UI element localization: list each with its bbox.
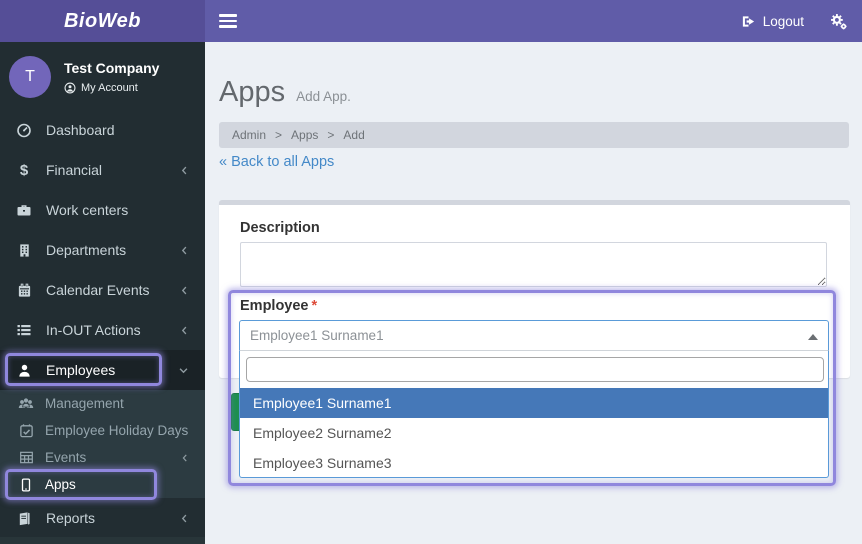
main-content: Apps Add App. Admin > Apps > Add « Back … xyxy=(205,42,862,544)
breadcrumb-admin[interactable]: Admin xyxy=(232,128,266,142)
dollar-icon: $ xyxy=(19,161,29,179)
chevron-left-icon xyxy=(179,512,190,525)
description-textarea[interactable] xyxy=(240,242,827,287)
user-icon xyxy=(15,363,33,378)
sidebar-item-in-out-actions[interactable]: In-OUT Actions xyxy=(0,310,205,350)
building-icon xyxy=(15,243,33,258)
breadcrumb-apps[interactable]: Apps xyxy=(291,128,318,142)
sidebar-item-dashboard[interactable]: Dashboard xyxy=(0,110,205,150)
my-account-link[interactable]: My Account xyxy=(64,82,159,94)
table-icon xyxy=(18,450,34,465)
company-name: Test Company xyxy=(64,60,160,76)
employee-label: Employee * xyxy=(240,298,317,314)
chevron-left-icon xyxy=(179,324,190,337)
employees-submenu-container: Management Employee Holiday Days Events … xyxy=(0,390,205,500)
employees-submenu: Management Employee Holiday Days Events … xyxy=(0,390,205,500)
sidebar-item-label: Reports xyxy=(46,510,96,526)
sign-out-icon xyxy=(741,14,756,29)
sidebar-next-item-partial xyxy=(0,537,205,544)
chevron-left-icon xyxy=(179,164,190,177)
dropdown-search-input[interactable] xyxy=(246,357,824,382)
sidebar-item-label: Employee Holiday Days xyxy=(45,423,189,438)
employee-label-text: Employee xyxy=(240,298,309,314)
logout-label: Logout xyxy=(762,13,804,29)
breadcrumb-separator: > xyxy=(275,128,283,142)
sidebar-item-management[interactable]: Management xyxy=(0,390,205,417)
book-icon xyxy=(15,511,33,526)
sidebar-toggle-icon[interactable] xyxy=(217,13,239,29)
sidebar-item-departments[interactable]: Departments xyxy=(0,230,205,270)
dropdown-option-2[interactable]: Employee2 Surname2 xyxy=(240,418,828,448)
page-subtitle: Add App. xyxy=(296,89,351,104)
sidebar-item-label: Management xyxy=(45,396,124,411)
employee-select-value: Employee1 Surname1 xyxy=(250,328,384,343)
employee-select[interactable]: Employee1 Surname1 xyxy=(239,320,829,351)
sidebar-item-label: Employees xyxy=(46,362,116,378)
sidebar-menu: Dashboard $ Financial Work centers Depar… xyxy=(0,110,205,538)
required-marker: * xyxy=(311,298,318,314)
page-title: Apps xyxy=(219,76,286,108)
calendar-icon xyxy=(15,283,33,298)
sidebar: T Test Company My Account Dashboard $ Fi… xyxy=(0,42,205,544)
calendar-check-icon xyxy=(18,423,34,438)
sidebar-item-employees[interactable]: Employees xyxy=(0,350,205,390)
brand-logo[interactable]: BioWeb xyxy=(0,0,205,42)
briefcase-icon xyxy=(15,202,33,218)
navbar: Logout xyxy=(205,0,862,42)
sidebar-item-label: Financial xyxy=(46,162,103,178)
user-circle-icon xyxy=(64,82,76,94)
dropdown-arrow-up-icon xyxy=(808,334,818,340)
sidebar-item-events[interactable]: Events xyxy=(0,444,205,471)
employee-dropdown: Employee1 Surname1 Employee2 Surname2 Em… xyxy=(239,350,829,478)
gauge-icon xyxy=(15,122,33,138)
page-header: Apps Add App. xyxy=(219,76,351,109)
dropdown-option-3[interactable]: Employee3 Surname3 xyxy=(240,448,828,478)
avatar[interactable]: T xyxy=(9,56,51,98)
sidebar-item-work-centers[interactable]: Work centers xyxy=(0,190,205,230)
chevron-down-icon xyxy=(177,365,190,376)
settings-gears-icon[interactable] xyxy=(830,13,847,30)
tablet-icon xyxy=(18,477,34,492)
my-account-label: My Account xyxy=(81,82,138,94)
sidebar-item-label: Events xyxy=(45,450,87,465)
logout-button[interactable]: Logout xyxy=(741,14,804,29)
breadcrumb-current: Add xyxy=(343,128,365,142)
sidebar-item-label: Departments xyxy=(46,242,127,258)
users-icon xyxy=(18,396,34,412)
sidebar-item-financial[interactable]: $ Financial xyxy=(0,150,205,190)
sidebar-item-apps[interactable]: Apps xyxy=(0,469,205,500)
sidebar-item-employee-holiday-days[interactable]: Employee Holiday Days xyxy=(0,417,205,444)
user-panel: T Test Company My Account xyxy=(0,42,205,110)
chevron-left-icon xyxy=(180,452,190,464)
sidebar-item-label: Apps xyxy=(45,477,76,492)
sidebar-item-reports[interactable]: Reports xyxy=(0,498,205,538)
sidebar-item-calendar-events[interactable]: Calendar Events xyxy=(0,270,205,310)
navbar-right: Logout xyxy=(741,13,847,30)
breadcrumb: Admin > Apps > Add xyxy=(219,122,849,148)
top-navbar: BioWeb Logout xyxy=(0,0,862,42)
chevron-left-icon xyxy=(179,284,190,297)
sidebar-item-label: Calendar Events xyxy=(46,282,150,298)
sidebar-item-label: Dashboard xyxy=(46,122,115,138)
sidebar-item-label: Work centers xyxy=(46,202,129,218)
chevron-left-icon xyxy=(179,244,190,257)
sidebar-item-label: In-OUT Actions xyxy=(46,322,141,338)
dropdown-options: Employee1 Surname1 Employee2 Surname2 Em… xyxy=(240,388,828,478)
breadcrumb-separator: > xyxy=(327,128,335,142)
dropdown-option-1[interactable]: Employee1 Surname1 xyxy=(240,388,828,418)
description-label: Description xyxy=(240,220,320,236)
back-to-all-apps-link[interactable]: « Back to all Apps xyxy=(219,154,334,170)
list-icon xyxy=(15,322,33,338)
